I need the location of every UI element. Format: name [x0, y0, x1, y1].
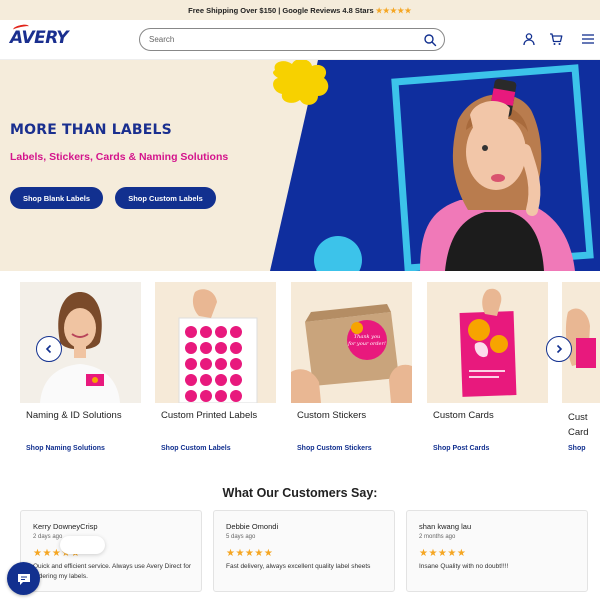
review-stars: ★★★★★ [226, 548, 274, 559]
review-card: shan kwang lau 2 months ago ★★★★★ Insane… [406, 510, 588, 592]
reviewer-name: Kerry DowneyCrisp [33, 522, 98, 531]
cart-icon[interactable] [549, 32, 563, 46]
chevron-left-icon [45, 344, 52, 354]
search-icon[interactable] [423, 33, 437, 47]
promo-text: Free Shipping Over $150 | Google Reviews… [188, 5, 374, 15]
hero-title: MORE THAN LABELS [10, 122, 172, 138]
reviews-heading: What Our Customers Say: [222, 486, 378, 500]
review-date: 5 days ago [226, 534, 256, 540]
search-input[interactable] [149, 33, 419, 46]
hero-subtitle: Labels, Stickers, Cards & Naming Solutio… [10, 151, 229, 163]
review-stars: ★★★★★ [419, 548, 467, 559]
avery-logo[interactable]: AVERY [10, 28, 69, 48]
review-card: Kerry DowneyCrisp 2 days ago ★★★★★ Quick… [20, 510, 202, 592]
shop-blank-labels-button[interactable]: Shop Blank Labels [10, 187, 103, 209]
card-title: Custom Printed Labels [161, 410, 258, 421]
reviewer-name: shan kwang lau [419, 522, 472, 531]
review-date: 2 days ago [33, 534, 63, 540]
review-text: Quick and efficient service. Always use … [33, 563, 191, 580]
chevron-right-icon [556, 344, 563, 354]
svg-text:for your order!: for your order! [347, 341, 386, 347]
card-title: Naming & ID Solutions [26, 410, 122, 421]
card-link[interactable]: Shop Custom Labels [161, 445, 231, 452]
account-icon[interactable] [522, 32, 536, 46]
review-card: Debbie Omondi 5 days ago ★★★★★ Fast deli… [213, 510, 395, 592]
card-image [155, 282, 276, 403]
review-date: 2 months ago [419, 534, 456, 540]
hero-image [270, 60, 600, 271]
category-card[interactable]: Custom Printed Labels Shop Custom Labels [155, 282, 276, 452]
hero-banner: MORE THAN LABELS Labels, Stickers, Cards… [0, 60, 600, 271]
category-card[interactable]: Thank you for your order! Custom Sticker… [291, 282, 412, 452]
carousel-next-button[interactable] [546, 336, 572, 362]
chat-button[interactable] [7, 562, 40, 595]
promo-bar: Free Shipping Over $150 | Google Reviews… [0, 0, 600, 20]
menu-icon[interactable] [581, 32, 595, 46]
chat-greeting-pill[interactable] [60, 536, 105, 554]
card-image: Thank you for your order! [291, 282, 412, 403]
svg-text:Thank you: Thank you [354, 334, 380, 340]
review-text: Insane Quality with no doubt!!!! [419, 563, 509, 570]
carousel-prev-button[interactable] [36, 336, 62, 362]
promo-stars: ★★★★★ [375, 5, 412, 15]
search-box [139, 28, 445, 51]
card-title: Custom Stickers [297, 410, 367, 421]
card-image [427, 282, 548, 403]
reviewer-name: Debbie Omondi [226, 522, 279, 531]
card-link[interactable]: Shop [568, 445, 586, 452]
card-link[interactable]: Shop Naming Solutions [26, 445, 105, 452]
site-header: AVERY [0, 20, 600, 60]
category-card[interactable]: Custom Cards Shop Post Cards [427, 282, 548, 452]
card-link[interactable]: Shop Custom Stickers [297, 445, 372, 452]
card-link[interactable]: Shop Post Cards [433, 445, 489, 452]
shop-custom-labels-button[interactable]: Shop Custom Labels [115, 187, 216, 209]
card-title: Custom Cards [433, 410, 494, 421]
category-carousel: Naming & ID Solutions Shop Naming Soluti… [0, 271, 600, 466]
chat-icon [17, 573, 30, 585]
review-text: Fast delivery, always excellent quality … [226, 563, 371, 570]
card-title: Cust Card [568, 412, 589, 438]
